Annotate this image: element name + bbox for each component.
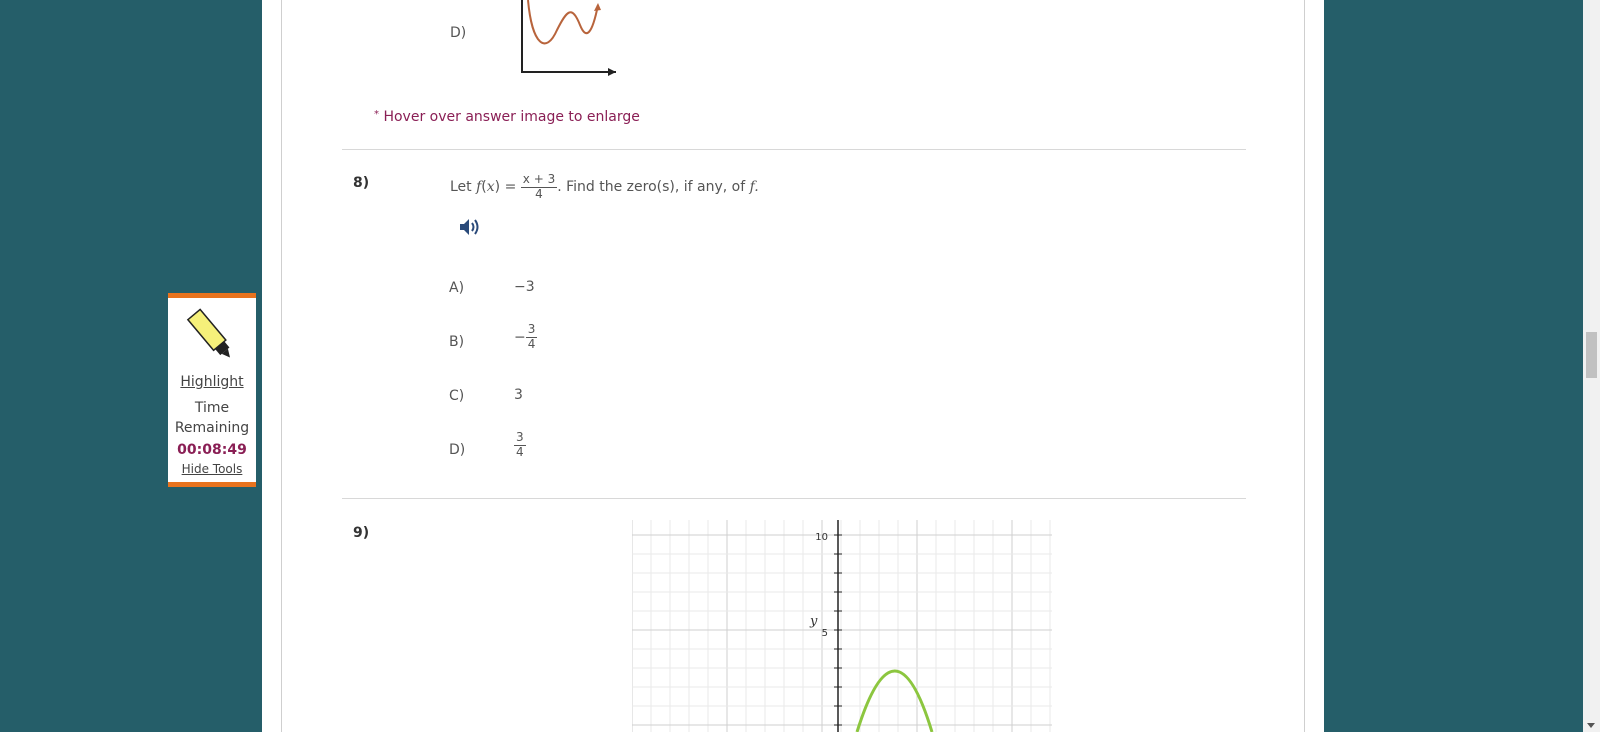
question-number: 9) [353, 525, 370, 541]
highlight-link[interactable]: Highlight [168, 372, 256, 392]
hide-tools-link[interactable]: Hide Tools [168, 460, 256, 478]
q9-parabola-graph: y 10 5 [632, 520, 1052, 732]
speaker-icon[interactable] [458, 216, 482, 238]
function-fraction: x + 3 4 [520, 171, 558, 201]
divider [342, 149, 1246, 150]
choice-value: −3 [514, 279, 535, 295]
time-label: Time [194, 400, 230, 416]
choice-letter: B) [449, 334, 465, 350]
scroll-thumb[interactable] [1586, 332, 1597, 378]
choice-value: 3 [514, 387, 523, 403]
question-prompt: Let f(x) = x + 3 4 . Find the zero(s), i… [450, 171, 759, 201]
choice-value: −3 4 [514, 322, 538, 351]
q7-choice-d-letter: D) [450, 25, 467, 41]
highlighter-icon[interactable] [182, 306, 242, 366]
test-page: D) * Hover over answer image to enlarge … [262, 0, 1324, 732]
question-number: 8) [353, 175, 370, 191]
y-tick-10: 10 [815, 532, 828, 543]
q7-choice-d-graph[interactable] [512, 0, 622, 78]
tools-panel: Highlight Time Remaining 00:08:49 Hide T… [168, 293, 256, 487]
time-label-2: Remaining [174, 420, 250, 436]
choice-letter: A) [449, 280, 465, 296]
y-tick-5: 5 [822, 628, 828, 639]
time-remaining-value: 00:08:49 [177, 442, 247, 458]
parabola-curve [855, 669, 934, 732]
choice-value: 34 [514, 430, 526, 459]
scroll-down-icon[interactable] [1587, 723, 1595, 728]
choice-letter: C) [449, 388, 465, 404]
enlarge-hint: * Hover over answer image to enlarge [374, 109, 640, 125]
y-axis-label: y [809, 614, 818, 629]
divider [342, 498, 1246, 499]
scrollbar[interactable] [1583, 0, 1600, 732]
choice-letter: D) [449, 442, 466, 458]
